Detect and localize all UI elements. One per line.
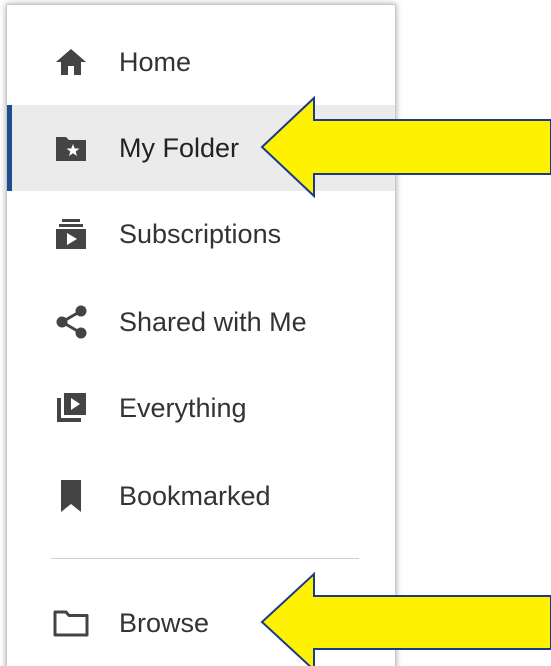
screenshot-stage: Home My Folder Subscriptions Shared with… (0, 0, 551, 666)
sidebar-item-label: Subscriptions (119, 218, 282, 249)
sidebar-item-label: Shared with Me (119, 306, 307, 337)
folder-outline-icon (51, 603, 91, 643)
sidebar-item-label: Bookmarked (119, 480, 271, 511)
sidebar-item-bookmarked[interactable]: Bookmarked (7, 453, 395, 539)
video-library-icon (51, 388, 91, 428)
sidebar-item-shared-with-me[interactable]: Shared with Me (7, 279, 395, 365)
sidebar-item-label: Home (119, 46, 192, 77)
navigation-sidebar: Home My Folder Subscriptions Shared with… (6, 4, 396, 666)
share-icon (51, 302, 91, 342)
sidebar-item-home[interactable]: Home (7, 19, 395, 105)
folder-star-icon (51, 128, 91, 168)
sidebar-item-everything[interactable]: Everything (7, 365, 395, 451)
sidebar-item-label: Browse (119, 607, 210, 638)
subscriptions-icon (51, 214, 91, 254)
sidebar-divider (51, 558, 359, 559)
home-icon (51, 42, 91, 82)
sidebar-item-subscriptions[interactable]: Subscriptions (7, 191, 395, 277)
sidebar-item-label: Everything (119, 392, 247, 423)
sidebar-item-my-folder[interactable]: My Folder (7, 105, 395, 191)
sidebar-item-label: My Folder (119, 132, 240, 163)
bookmark-icon (51, 476, 91, 516)
sidebar-item-browse[interactable]: Browse (7, 580, 395, 666)
